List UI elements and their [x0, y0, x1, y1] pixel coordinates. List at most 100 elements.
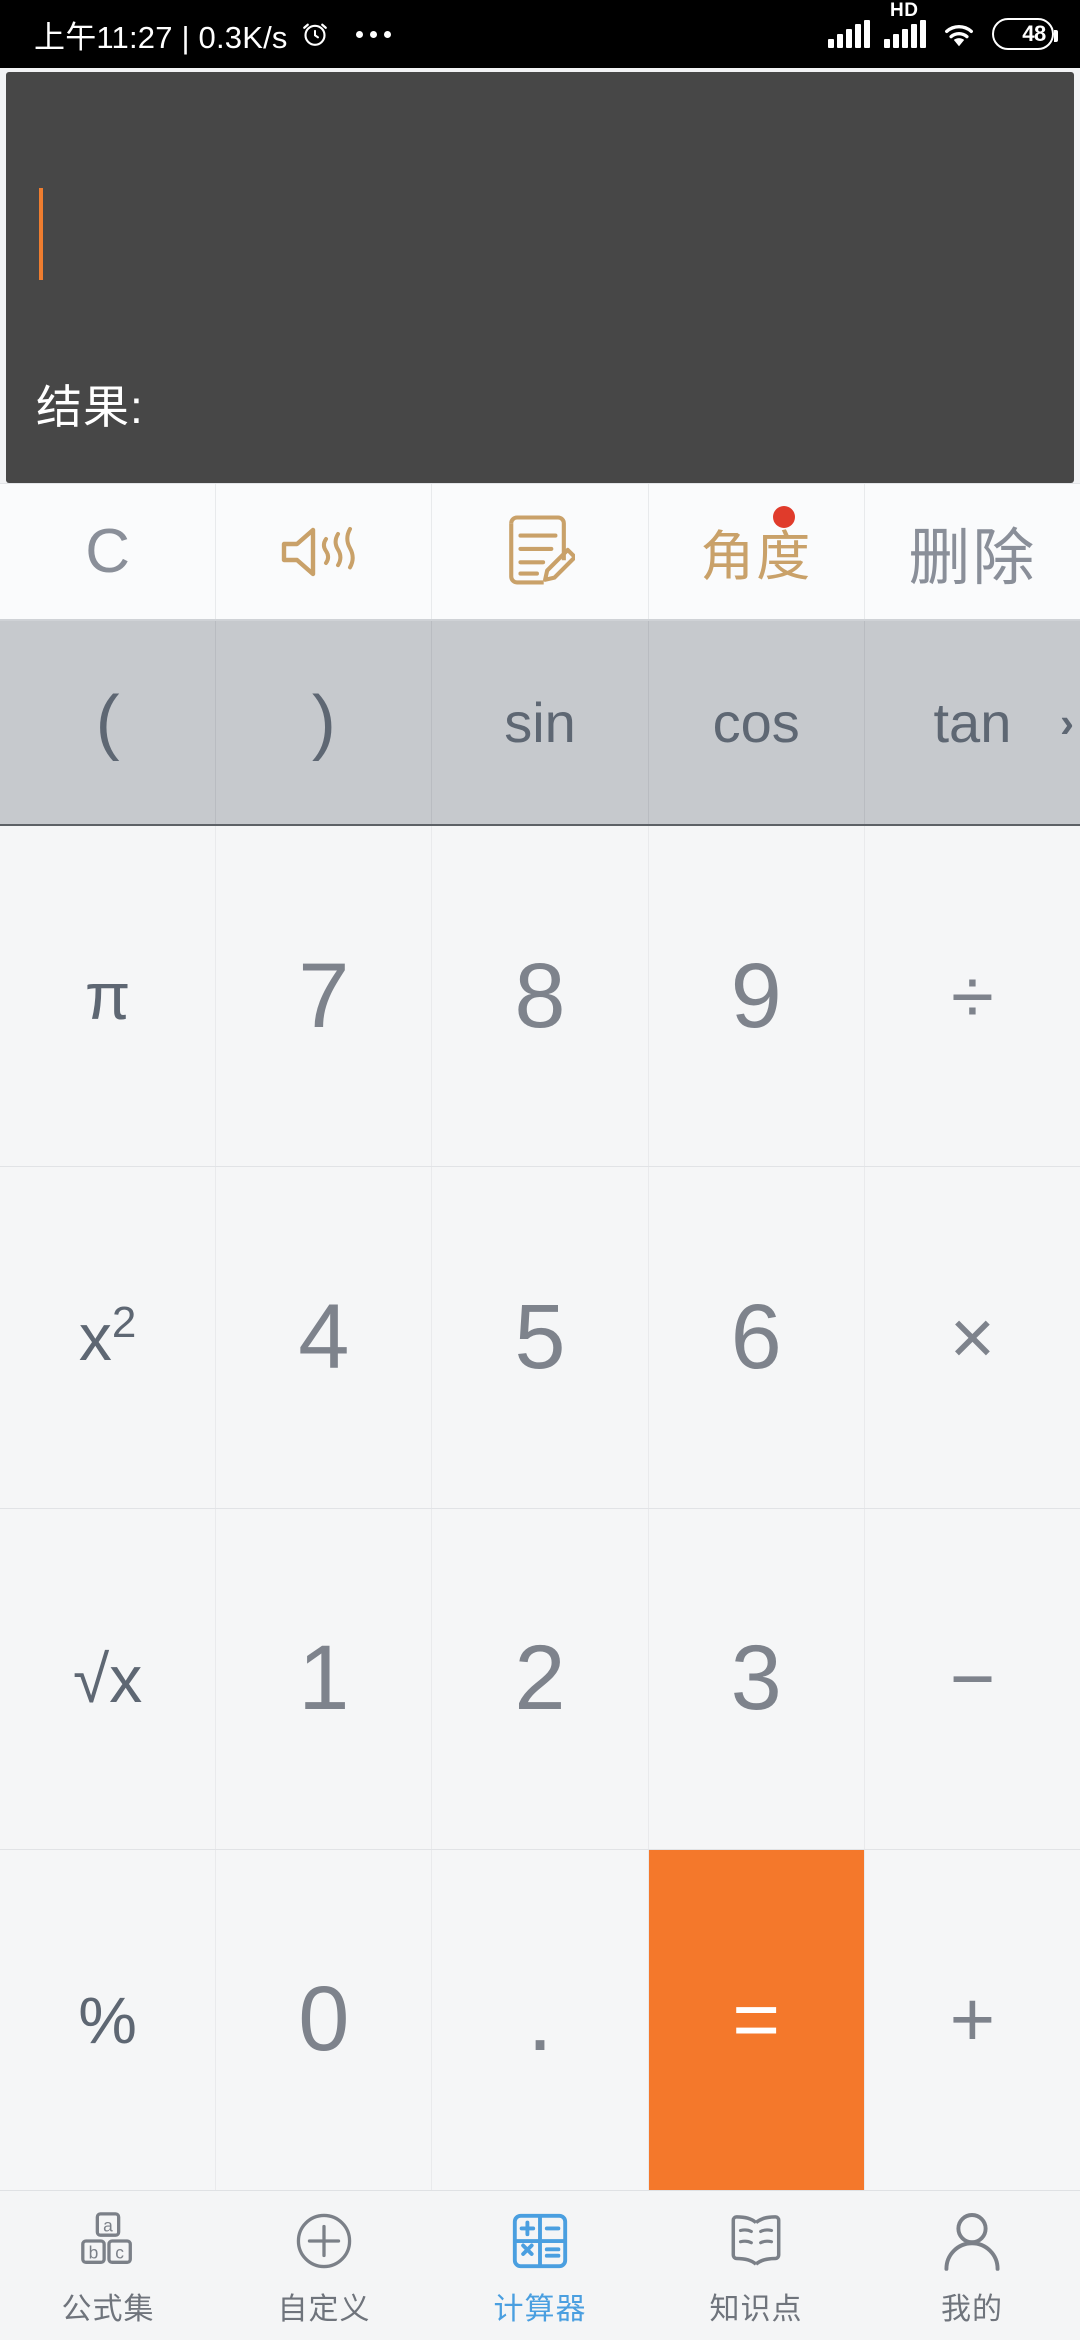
battery-level-text: 48 [1022, 21, 1046, 46]
percent-label: % [78, 1982, 137, 2057]
clear-button[interactable]: C [0, 484, 217, 619]
keypad: π 7 8 9 ÷ x2 4 5 6 × √x 1 2 3 − % 0 . = … [0, 826, 1080, 2190]
digit-7-label: 7 [298, 944, 350, 1047]
open-book-icon [723, 2203, 789, 2279]
open-paren-key[interactable]: ( [0, 621, 217, 824]
svg-text:c: c [115, 2242, 124, 2262]
tan-label: tan [933, 691, 1012, 754]
plus-label: + [949, 1975, 996, 2064]
digit-5-key[interactable]: 5 [432, 1167, 649, 1508]
keypad-row: π 7 8 9 ÷ [0, 826, 1080, 1168]
sin-key[interactable]: sin [432, 621, 649, 824]
phone-screen: 上午11:27 | 0.3K/s HD 48 结果: C 角度 删除 () s… [0, 0, 1080, 2340]
trig-function-row: ( ) sin cos tan › [0, 621, 1080, 826]
result-row: 结果: [6, 371, 1074, 483]
sin-label: sin [504, 691, 576, 754]
digit-1-label: 1 [298, 1627, 350, 1730]
nav-knowledge[interactable]: 知识点 [648, 2191, 864, 2340]
notes-button[interactable] [432, 484, 649, 619]
digit-9-label: 9 [730, 944, 782, 1047]
digit-1-key[interactable]: 1 [216, 1508, 433, 1849]
digit-3-label: 3 [730, 1627, 782, 1730]
decimal-key[interactable]: . [432, 1849, 649, 2190]
status-bar-right: HD 48 [828, 0, 1058, 50]
status-bar-left: 上午11:27 | 0.3K/s [34, 12, 391, 57]
plus-key[interactable]: + [864, 1849, 1080, 2190]
percent-key[interactable]: % [0, 1849, 217, 2190]
digit-7-key[interactable]: 7 [216, 826, 433, 1167]
hd-label: HD [890, 0, 919, 21]
multiply-key[interactable]: × [864, 1167, 1080, 1508]
more-dots-icon [355, 30, 391, 38]
chevron-right-icon[interactable]: › [1060, 699, 1074, 747]
pi-label: π [84, 959, 131, 1034]
nav-formulas-label: 公式集 [61, 2293, 155, 2326]
square-key[interactable]: x2 [0, 1167, 217, 1508]
sound-toggle-button[interactable] [216, 484, 433, 619]
delete-button[interactable]: 删除 [864, 484, 1080, 619]
minus-key[interactable]: − [864, 1508, 1080, 1849]
digit-3-key[interactable]: 3 [648, 1508, 865, 1849]
close-paren-label: ) [311, 682, 336, 763]
digit-6-key[interactable]: 6 [648, 1167, 865, 1508]
equals-key[interactable]: = [648, 1849, 865, 2190]
digit-4-label: 4 [298, 1285, 350, 1388]
equals-label: = [732, 1973, 781, 2065]
nav-profile[interactable]: 我的 [864, 2191, 1080, 2340]
cos-label: cos [712, 691, 800, 754]
calculator-grid-icon [507, 2203, 573, 2279]
digit-2-key[interactable]: 2 [432, 1508, 649, 1849]
person-icon [939, 2203, 1005, 2279]
angle-mode-label: 角度 [700, 527, 813, 587]
nav-formulas[interactable]: a b c 公式集 [0, 2191, 216, 2340]
plus-circle-icon [291, 2203, 357, 2279]
pi-key[interactable]: π [0, 826, 217, 1167]
delete-label: 删除 [908, 523, 1037, 593]
square-label: x2 [78, 1298, 137, 1375]
nav-knowledge-label: 知识点 [709, 2293, 803, 2326]
text-cursor [39, 188, 43, 280]
wifi-icon [945, 25, 973, 47]
close-paren-key[interactable]: ) [216, 621, 433, 824]
svg-text:b: b [89, 2242, 99, 2262]
digit-8-label: 8 [514, 944, 566, 1047]
result-label: 结果: [36, 381, 144, 433]
divide-label: ÷ [951, 951, 994, 1040]
abc-blocks-icon: a b c [75, 2203, 141, 2279]
note-pencil-icon [509, 514, 575, 584]
alarm-clock-icon [302, 23, 327, 46]
divide-key[interactable]: ÷ [864, 826, 1080, 1167]
open-paren-label: ( [95, 682, 120, 763]
expression-area[interactable] [6, 72, 1074, 371]
digit-6-label: 6 [730, 1285, 782, 1388]
status-time-and-netspeed: 上午11:27 | 0.3K/s [34, 19, 288, 55]
digit-2-label: 2 [514, 1627, 566, 1730]
cos-key[interactable]: cos [649, 621, 865, 824]
keypad-row: √x 1 2 3 − [0, 1508, 1080, 1850]
digit-8-key[interactable]: 8 [432, 826, 649, 1167]
clear-label: C [85, 517, 130, 586]
nav-custom[interactable]: 自定义 [216, 2191, 432, 2340]
cellular-signal-icon [828, 20, 870, 48]
keypad-row: x2 4 5 6 × [0, 1167, 1080, 1509]
sqrt-label: √x [72, 1641, 143, 1716]
decimal-label: . [527, 1968, 553, 2071]
battery-indicator: 48 [992, 18, 1058, 50]
digit-5-label: 5 [514, 1285, 566, 1388]
tan-key[interactable]: tan › [865, 621, 1080, 824]
digit-9-key[interactable]: 9 [648, 826, 865, 1167]
digit-0-label: 0 [298, 1968, 350, 2071]
sqrt-key[interactable]: √x [0, 1508, 217, 1849]
cellular-signal-hd-icon: HD [884, 0, 926, 48]
digit-4-key[interactable]: 4 [216, 1167, 433, 1508]
nav-profile-label: 我的 [941, 2293, 1003, 2326]
multiply-label: × [949, 1292, 996, 1381]
svg-text:a: a [103, 2215, 113, 2235]
digit-0-key[interactable]: 0 [216, 1849, 433, 2190]
bottom-navigation: a b c 公式集 自定义 计算器 知识点 我的 [0, 2190, 1080, 2340]
speaker-wave-icon [281, 526, 355, 576]
angle-mode-button[interactable]: 角度 [648, 484, 865, 619]
nav-calculator[interactable]: 计算器 [432, 2191, 648, 2340]
keypad-row: % 0 . = + [0, 1849, 1080, 2190]
calculator-display[interactable]: 结果: [6, 72, 1074, 483]
